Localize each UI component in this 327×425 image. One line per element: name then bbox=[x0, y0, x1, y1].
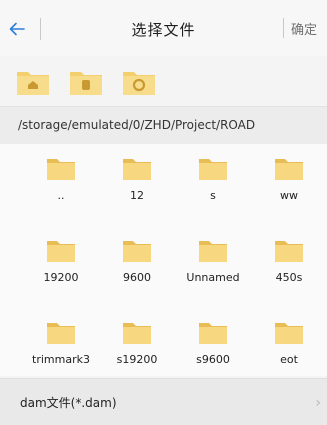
folder-name: eot bbox=[280, 353, 298, 366]
folder-name: 12 bbox=[130, 189, 144, 202]
current-path-bar: /storage/emulated/0/ZHD/Project/ROAD bbox=[0, 106, 327, 145]
folder-icon bbox=[123, 159, 151, 180]
confirm-button[interactable]: 确定 bbox=[283, 15, 327, 41]
folder-item[interactable]: 12 bbox=[105, 156, 169, 202]
folder-icon bbox=[275, 323, 303, 344]
folder-item[interactable]: trimmark3 bbox=[29, 320, 93, 366]
page-title: 选择文件 bbox=[131, 21, 196, 39]
folder-item[interactable]: 9600 bbox=[105, 238, 169, 284]
current-path: /storage/emulated/0/ZHD/Project/ROAD bbox=[18, 118, 256, 132]
folder-icon bbox=[199, 323, 227, 344]
folder-icon bbox=[123, 241, 151, 262]
shortcut-toolbar bbox=[0, 56, 327, 106]
file-type-filter[interactable]: dam文件(*.dam) › bbox=[0, 378, 327, 425]
header-divider bbox=[283, 18, 284, 38]
folder-name: 19200 bbox=[43, 271, 79, 284]
folder-name: 9600 bbox=[123, 271, 151, 284]
folder-icon bbox=[275, 159, 303, 180]
folder-item[interactable]: 19200 bbox=[29, 238, 93, 284]
folder-name: Unnamed bbox=[186, 271, 240, 284]
folder-home-button[interactable] bbox=[16, 68, 50, 96]
folder-storage-icon bbox=[70, 72, 102, 95]
folder-storage-button[interactable] bbox=[69, 68, 103, 96]
folder-name: 450s bbox=[275, 271, 303, 284]
folder-icon bbox=[275, 241, 303, 262]
folder-home-icon bbox=[17, 72, 49, 95]
folder-item[interactable]: eot bbox=[257, 320, 321, 366]
folder-item[interactable]: s bbox=[181, 156, 245, 202]
folder-icon bbox=[47, 159, 75, 180]
folder-item[interactable]: 450s bbox=[257, 238, 321, 284]
folder-name: .. bbox=[57, 189, 65, 202]
folder-icon bbox=[199, 241, 227, 262]
folder-item[interactable]: Unnamed bbox=[181, 238, 245, 284]
folder-icon bbox=[123, 323, 151, 344]
folder-recent-button[interactable] bbox=[122, 68, 156, 96]
folder-name: s19200 bbox=[116, 353, 158, 366]
folder-item[interactable]: s9600 bbox=[181, 320, 245, 366]
folder-name: s bbox=[210, 189, 216, 202]
file-type-label: dam文件(*.dam) bbox=[20, 396, 117, 410]
folder-name: ww bbox=[280, 189, 298, 202]
folder-grid: .. 12 s ww 19200 9600 Unnamed 450s trimm… bbox=[0, 144, 327, 376]
chevron-right-icon: › bbox=[315, 395, 321, 411]
folder-icon bbox=[199, 159, 227, 180]
folder-icon bbox=[47, 323, 75, 344]
folder-item[interactable]: s19200 bbox=[105, 320, 169, 366]
folder-recent-icon bbox=[123, 72, 155, 95]
folder-item[interactable]: .. bbox=[29, 156, 93, 202]
folder-name: s9600 bbox=[196, 353, 230, 366]
folder-icon bbox=[47, 241, 75, 262]
folder-item[interactable]: ww bbox=[257, 156, 321, 202]
confirm-label: 确定 bbox=[291, 22, 318, 38]
title-bar: 选择文件 确定 bbox=[0, 0, 327, 57]
folder-name: trimmark3 bbox=[32, 353, 90, 366]
